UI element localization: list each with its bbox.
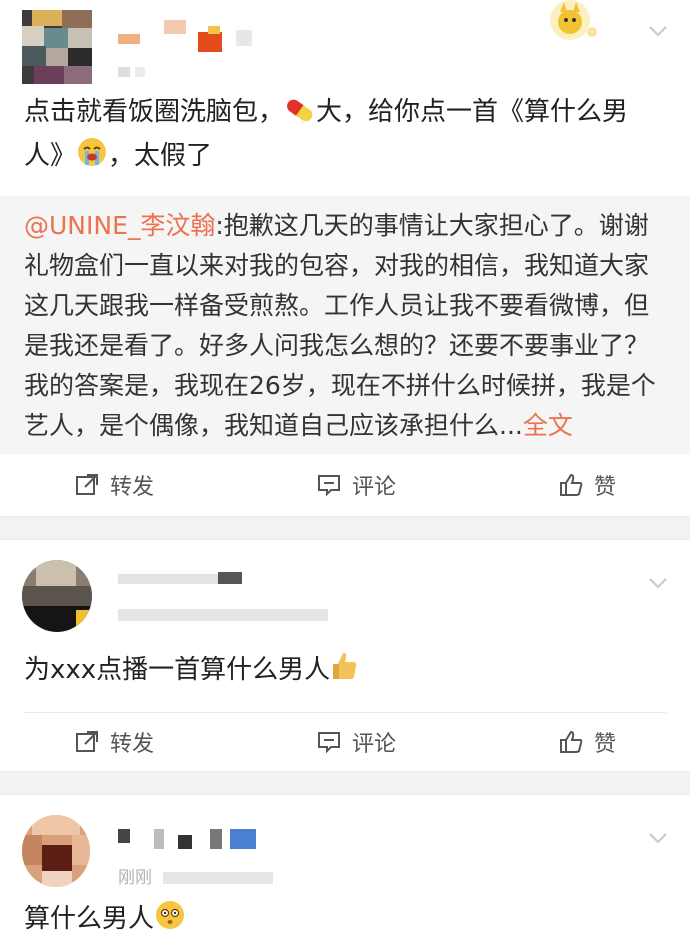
comment-header <box>0 540 690 634</box>
comment-button[interactable]: 评论 <box>316 726 396 758</box>
comment-text: 为xxx点播一首算什么男人 <box>0 634 690 694</box>
like-button[interactable]: 赞 <box>558 726 616 758</box>
quoted-text: :抱歉这几天的事情让大家担心了。谢谢礼物盒们一直以来对我的包容，对我的相信，我知… <box>24 211 656 440</box>
thumbs-up-emoji-icon <box>330 650 360 694</box>
weibo-comment: 为xxx点播一首算什么男人 转发 评论 赞 <box>0 540 690 771</box>
avatar[interactable] <box>22 560 92 632</box>
section-separator <box>0 771 690 795</box>
comment-meta: 刚刚 <box>118 863 274 888</box>
like-label: 赞 <box>593 475 616 500</box>
repost-label: 转发 <box>110 732 155 757</box>
repost-label: 转发 <box>110 475 155 500</box>
crying-emoji-icon <box>76 136 108 180</box>
full-text-link[interactable]: 全文 <box>523 411 573 440</box>
comment-label: 评论 <box>351 732 396 757</box>
comment-icon <box>317 732 340 754</box>
avatar[interactable] <box>22 815 90 887</box>
pill-emoji-icon <box>284 96 316 136</box>
comment-label: 评论 <box>351 475 396 500</box>
comment-text: 算什么男人 <box>0 891 690 943</box>
post-actions: 转发 评论 赞 <box>0 454 690 516</box>
comment-button[interactable]: 评论 <box>316 469 396 501</box>
post-header <box>0 0 690 92</box>
source-redacted <box>163 872 274 884</box>
repost-icon <box>76 474 98 495</box>
chevron-down-icon[interactable] <box>648 24 668 38</box>
mention-link[interactable]: @UNINE_李汶翰 <box>24 211 215 240</box>
like-icon <box>559 730 583 753</box>
post-meta-redacted <box>118 62 146 82</box>
like-icon <box>559 473 583 496</box>
quoted-post[interactable]: @UNINE_李汶翰:抱歉这几天的事情让大家担心了。谢谢礼物盒们一直以来对我的包… <box>0 196 690 454</box>
comment-icon <box>317 475 340 497</box>
repost-button[interactable]: 转发 <box>74 469 154 501</box>
comment-header: 刚刚 <box>0 795 690 891</box>
timestamp: 刚刚 <box>118 868 152 888</box>
comment-actions: 转发 评论 赞 <box>0 713 690 771</box>
repost-button[interactable]: 转发 <box>74 726 154 758</box>
pikachu-decoration-icon <box>540 0 598 48</box>
like-label: 赞 <box>593 732 616 757</box>
section-separator <box>0 516 690 540</box>
repost-icon <box>76 731 98 752</box>
weibo-comment: 刚刚 算什么男人 <box>0 795 690 943</box>
post-text: 点击就看饭圈洗脑包， 大，给你点一首《算什么男人》 ，太假了 <box>0 92 690 180</box>
comment-meta-redacted <box>118 606 328 626</box>
chevron-down-icon[interactable] <box>648 576 668 590</box>
flushed-emoji-icon <box>154 899 186 943</box>
like-button[interactable]: 赞 <box>558 469 616 501</box>
avatar[interactable] <box>22 10 92 84</box>
chevron-down-icon[interactable] <box>648 831 668 845</box>
weibo-post: 点击就看饭圈洗脑包， 大，给你点一首《算什么男人》 ，太假了 @UNINE_李汶翰:… <box>0 0 690 516</box>
